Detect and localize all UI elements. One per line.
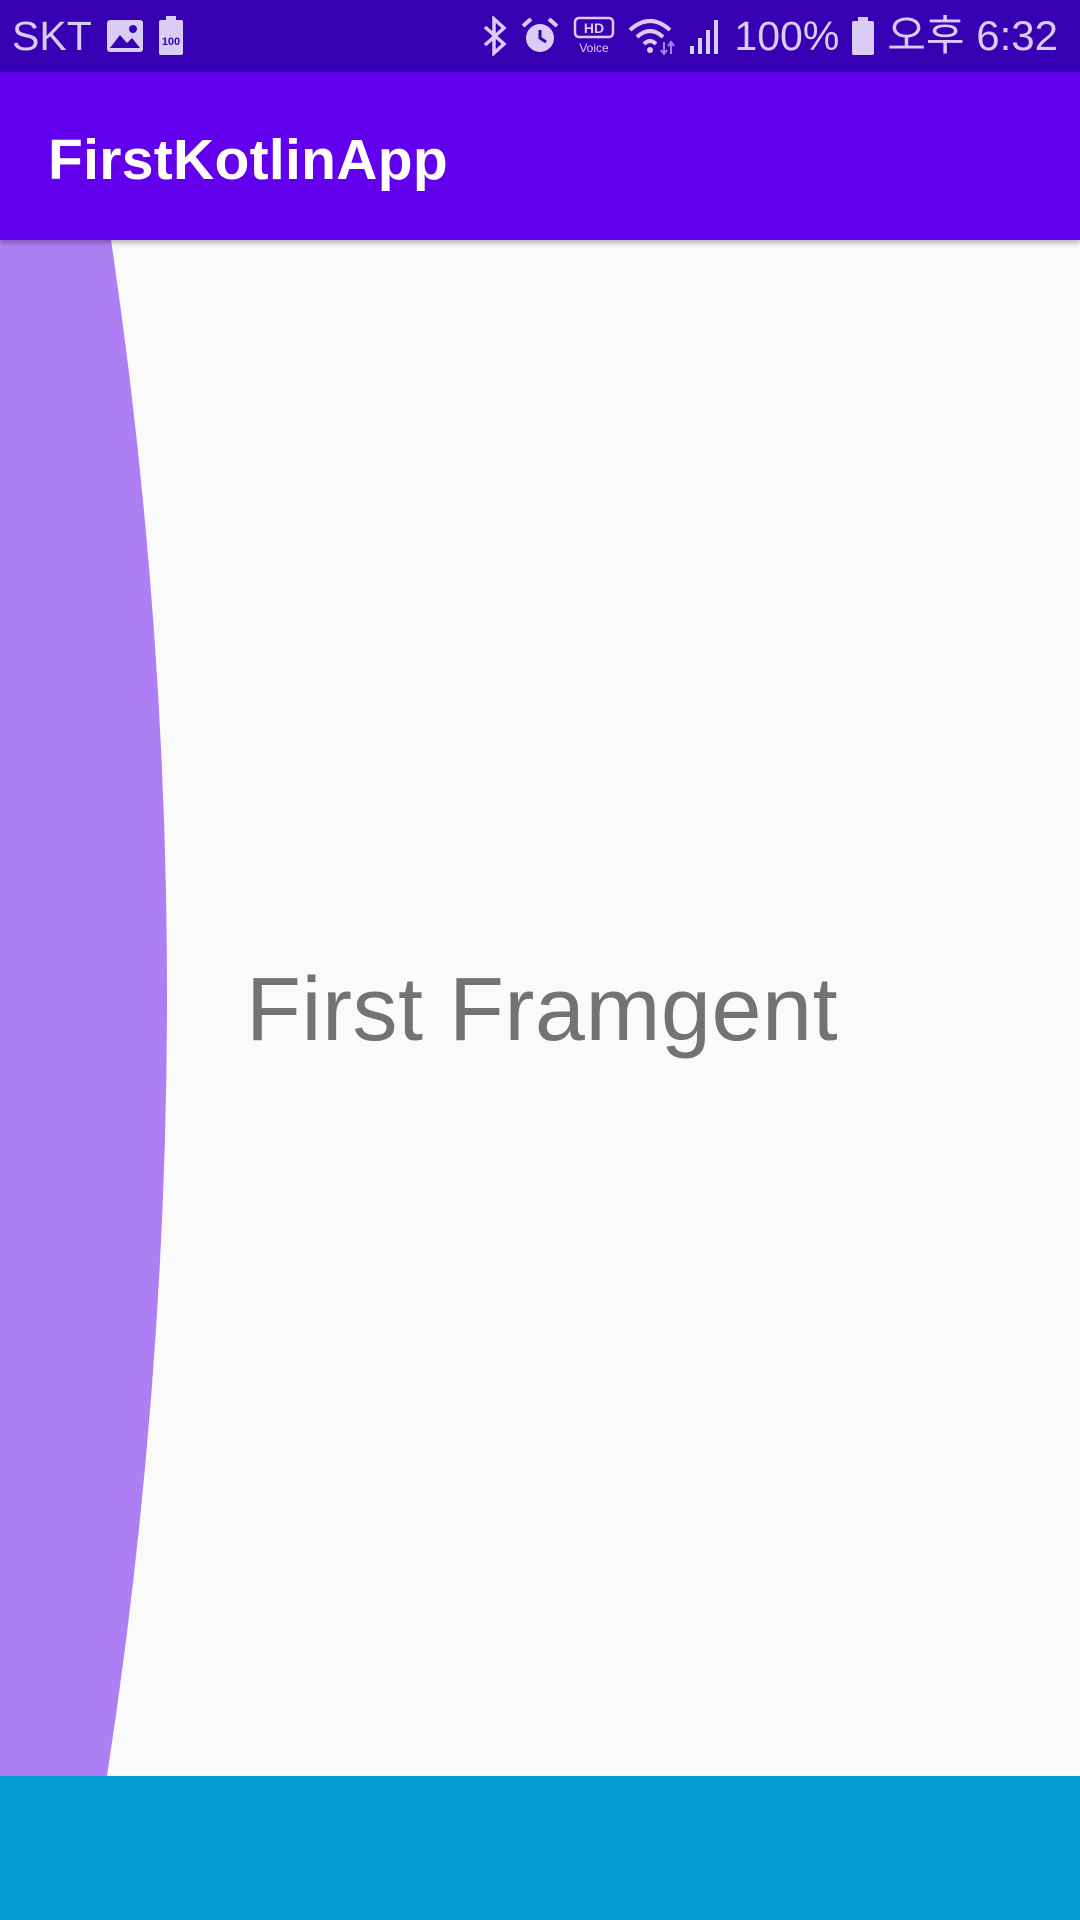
hd-label: HD bbox=[584, 20, 604, 36]
wifi-icon bbox=[628, 16, 676, 56]
fragment-container[interactable]: First Framgent bbox=[0, 240, 1080, 1776]
status-bar-right: HD Voice 100% 오후 6:32 bbox=[482, 0, 1058, 72]
hd-voice-icon: HD Voice bbox=[572, 16, 616, 56]
alarm-icon bbox=[520, 16, 560, 56]
bottom-bar bbox=[0, 1776, 1080, 1920]
battery-icon bbox=[851, 16, 875, 56]
drawer-edge-overscroll[interactable] bbox=[0, 240, 200, 1776]
bluetooth-icon bbox=[482, 16, 508, 56]
status-bar: SKT 100 HD Voice 100% 오후 6:32 bbox=[0, 0, 1080, 72]
app-bar: FirstKotlinApp bbox=[0, 72, 1080, 240]
clock: 오후 6:32 bbox=[887, 12, 1058, 59]
carrier-label: SKT bbox=[12, 13, 92, 59]
signal-icon bbox=[688, 16, 722, 56]
battery-saver-level: 100 bbox=[162, 36, 180, 48]
voice-label: Voice bbox=[580, 41, 610, 55]
fragment-title: First Framgent bbox=[246, 960, 839, 1060]
battery-percent: 100% bbox=[734, 13, 840, 59]
battery-saver-100-icon: 100 bbox=[158, 16, 184, 56]
status-bar-left: SKT 100 bbox=[12, 0, 184, 72]
image-icon bbox=[106, 19, 144, 53]
app-title: FirstKotlinApp bbox=[48, 128, 448, 192]
